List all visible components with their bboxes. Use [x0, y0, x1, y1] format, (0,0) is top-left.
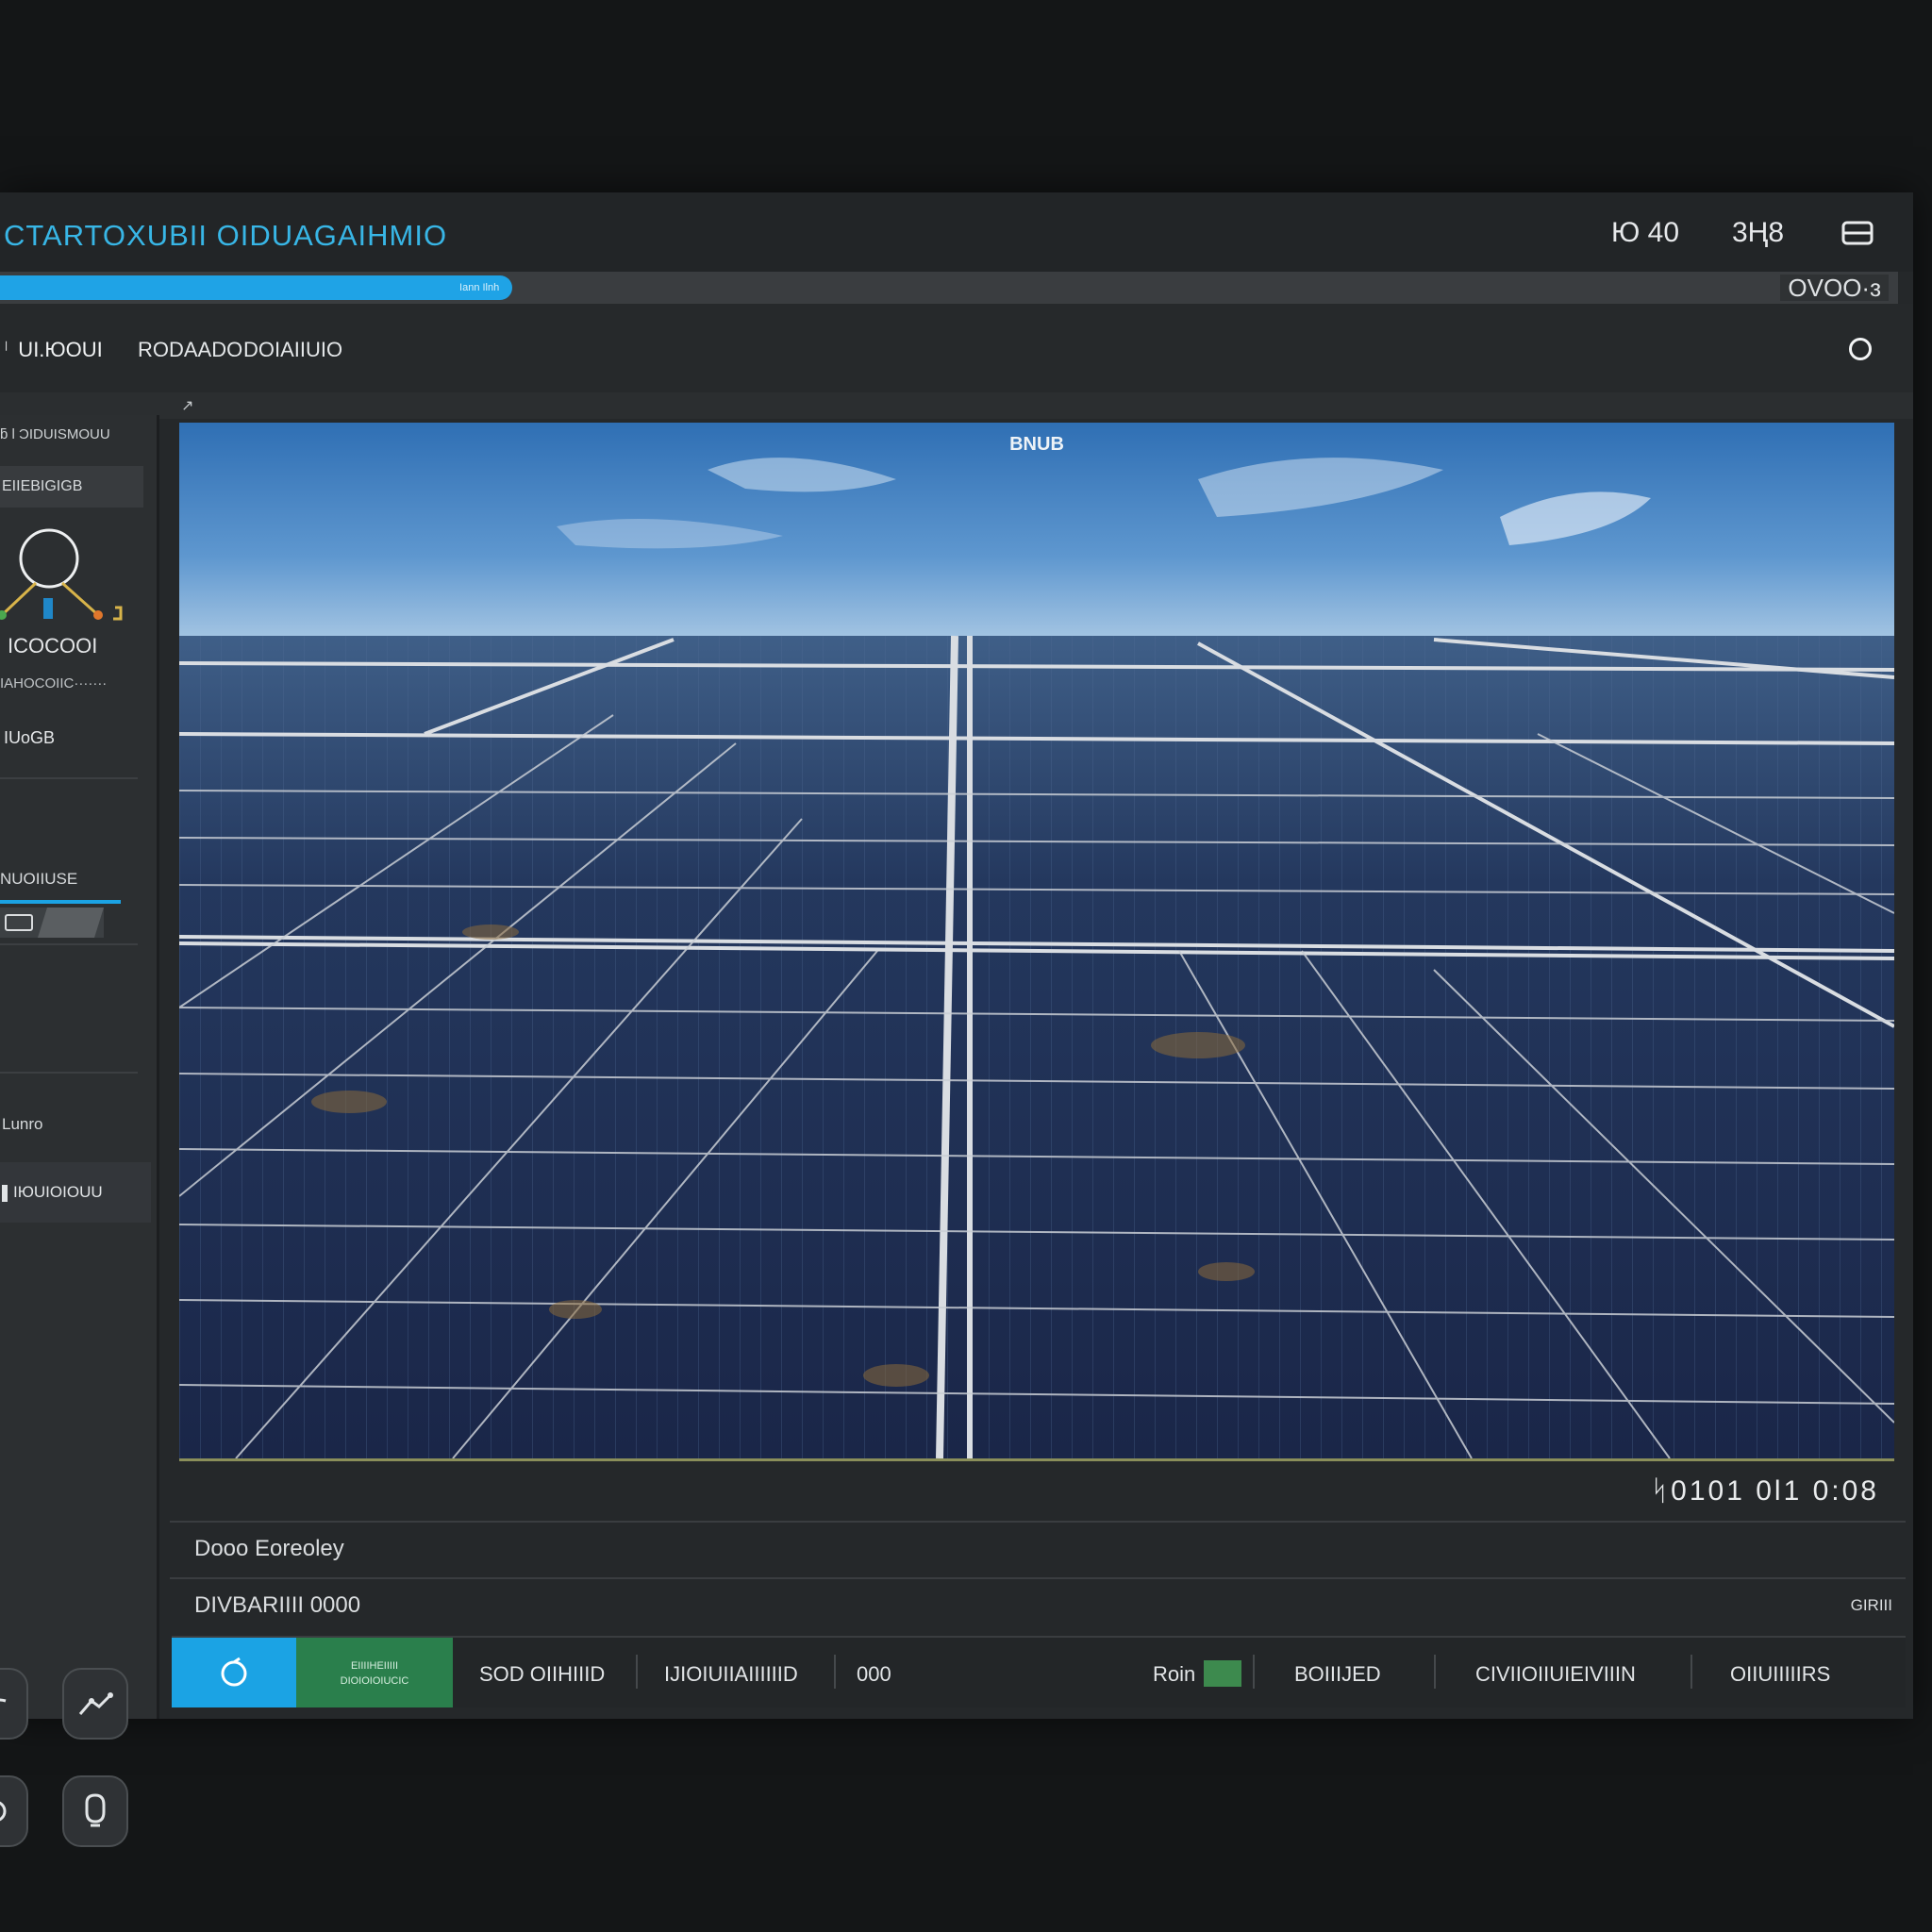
status-swatch: [1204, 1660, 1241, 1687]
sidebar-label-4: Lunro: [2, 1115, 43, 1133]
status-green-button[interactable]: EIIIIHEIIIII DIOIOIOIUCIC: [296, 1638, 453, 1707]
status-item-7[interactable]: OIIUIIIIIRS: [1730, 1662, 1830, 1687]
status-item-4: Roin: [1153, 1662, 1196, 1686]
status-separator: [636, 1655, 638, 1689]
window-control-b[interactable]: 3Ң8: [1732, 217, 1784, 249]
toolbar-item-primary[interactable]: ᛌ UI.ЮOUI: [0, 338, 103, 362]
sidebar-label: NUOIIUSE: [0, 870, 78, 888]
solar-panel-image: [179, 423, 1894, 1458]
toolbar-item-details[interactable]: DOIAIIUIO: [243, 338, 342, 362]
sidebar-divider: [0, 1072, 138, 1074]
pin-icon[interactable]: ↗: [181, 396, 193, 415]
title-bar: CTARTOXUBII OIDUAGAIHMIO Ю 40 3Ң8: [0, 192, 1913, 272]
node-graph-icon: [0, 528, 132, 623]
sidebar-value-2: IUoGB: [4, 728, 56, 747]
status-bar: EIIIIHEIIIII DIOIOIOIUCIC SOD OIIHIIID I…: [172, 1636, 1906, 1707]
info-row-1-text: Dooo Eoreoley: [194, 1536, 344, 1561]
status-separator: [1690, 1655, 1692, 1689]
sidebar-tab[interactable]: EIIEBIGIGB: [0, 466, 143, 508]
app-window: CTARTOXUBII OIDUAGAIHMIO Ю 40 3Ң8 Iann I…: [0, 192, 1913, 1847]
status-item-6[interactable]: CIVIIOIIUIEIVIIIN: [1475, 1662, 1636, 1687]
status-separator: [1434, 1655, 1436, 1689]
progress-value: OVOO·ɜ: [1780, 275, 1889, 301]
sidebar-divider: [0, 777, 138, 779]
graph-icon[interactable]: [62, 1668, 128, 1740]
info-row-1: Dooo Eoreoley: [170, 1521, 1906, 1577]
sidebar-slider[interactable]: [0, 900, 123, 938]
sidebar-value: ICOCOOI: [8, 634, 98, 658]
info-row-2-right: GIRIII: [1850, 1596, 1892, 1614]
status-item-3[interactable]: 000: [857, 1662, 891, 1687]
menu-icon[interactable]: [1841, 221, 1874, 245]
circle-icon[interactable]: [1849, 338, 1872, 360]
info-row-2: DIVBARIIII 0000 GIRIII: [170, 1577, 1906, 1634]
sidebar: ƃ Ɩ ƆIDUISMOUU EIIEBIGIGB ICOCOOI IAHOCO…: [0, 415, 159, 1847]
sub-strip: ↗: [0, 392, 1913, 419]
link-icon[interactable]: [0, 1668, 28, 1740]
progress-bar: Iann Ilnh: [0, 275, 513, 300]
refresh-icon: [221, 1657, 247, 1687]
progress-row: Iann Ilnh OVOO·ɜ: [0, 272, 1898, 304]
window-control-a[interactable]: Ю 40: [1611, 217, 1679, 249]
app-title: CTARTOXUBII OIDUAGAIHMIO: [4, 219, 448, 252]
face-icon[interactable]: [62, 1775, 128, 1847]
camera-viewport[interactable]: BNUB: [179, 423, 1894, 1461]
viewport-label: BNUB: [1009, 434, 1064, 455]
sidebar-header: ƃ Ɩ ƆIDUISMOUU: [0, 426, 110, 442]
status-separator: [1253, 1655, 1255, 1689]
info-row-2-text: DIVBARIIII 0000: [194, 1592, 361, 1618]
status-item-5[interactable]: BOIIIJED: [1294, 1662, 1381, 1687]
status-separator: [834, 1655, 836, 1689]
sidebar-line: IAHOCOIIC·······: [0, 675, 108, 691]
sidebar-divider: [0, 943, 138, 945]
status-item-2[interactable]: IJIOIUIIAIIIIIID: [664, 1662, 798, 1687]
settings-icon[interactable]: [0, 1775, 28, 1847]
status-item-1[interactable]: SOD OIIHIIID: [479, 1662, 605, 1687]
refresh-button[interactable]: [172, 1638, 296, 1707]
sidebar-item-active[interactable]: IЮUIOIOUU: [0, 1162, 151, 1223]
progress-inner-text: Iann Ilnh: [459, 282, 500, 293]
coordinates-readout: ᛋ0101 0Ɩ1 0:08: [1651, 1475, 1879, 1507]
toolbar: ᛌ UI.ЮOUI RODAADO DOIAIIUIO: [0, 304, 1913, 394]
toolbar-item-radar[interactable]: RODAADO: [138, 338, 242, 362]
